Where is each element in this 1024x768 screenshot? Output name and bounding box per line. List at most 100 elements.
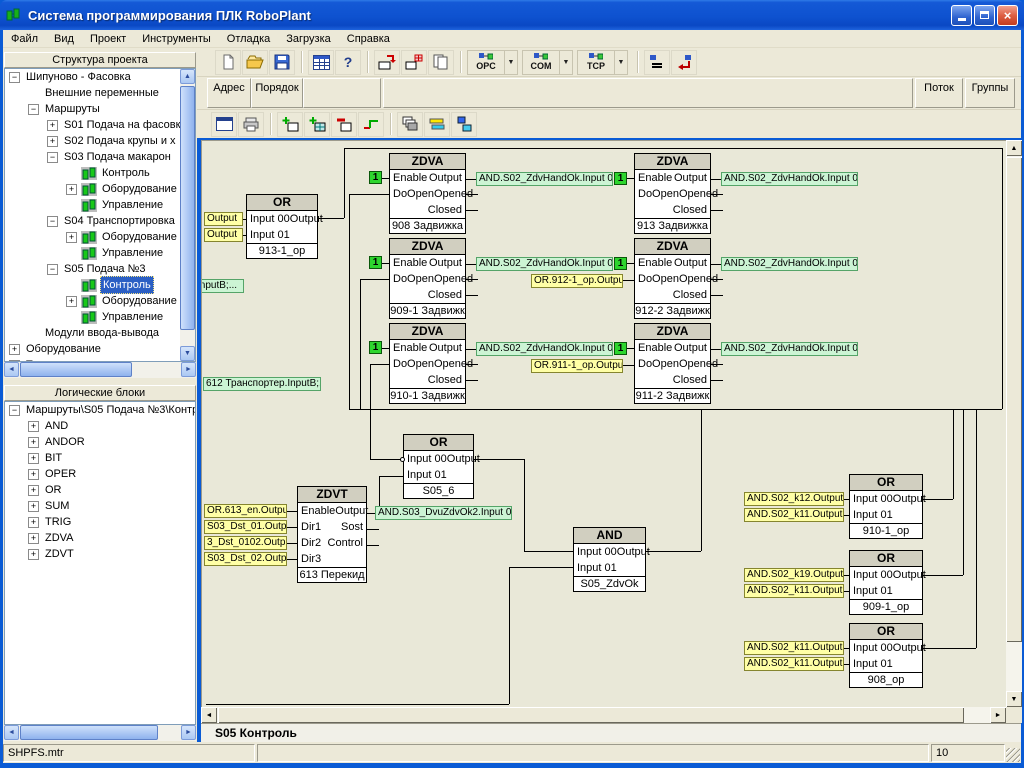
tcp-connection-button[interactable]: TCP bbox=[577, 50, 615, 75]
expand-icon[interactable]: + bbox=[47, 136, 58, 147]
scroll-right-icon[interactable]: ► bbox=[181, 725, 196, 740]
tree-item[interactable]: +ANDOR bbox=[5, 434, 195, 450]
help-button[interactable]: ? bbox=[335, 50, 361, 75]
signal-source-tag[interactable]: S03_Dst_02.Output bbox=[204, 552, 287, 566]
delete-block-button[interactable] bbox=[331, 112, 357, 137]
constant-one-tag[interactable]: 1 bbox=[369, 341, 382, 354]
scroll-right-icon[interactable]: ► bbox=[990, 707, 1006, 723]
collapse-icon[interactable]: − bbox=[28, 104, 39, 115]
menu-item-загрузка[interactable]: Загрузка bbox=[278, 30, 338, 48]
collapse-icon[interactable]: − bbox=[47, 264, 58, 275]
signal-source-tag[interactable]: Output bbox=[204, 212, 243, 226]
scroll-up-icon[interactable]: ▲ bbox=[1006, 140, 1022, 156]
column-order-button[interactable]: Порядок bbox=[251, 78, 303, 108]
signal-source-tag[interactable]: OR.613_en.Output bbox=[204, 504, 287, 518]
save-button[interactable] bbox=[269, 50, 295, 75]
collapse-icon[interactable]: − bbox=[9, 72, 20, 83]
copy-button[interactable] bbox=[428, 50, 454, 75]
signal-target-tag[interactable]: 612 Транспортер.InputB;... bbox=[203, 377, 321, 391]
canvas-vscrollbar[interactable]: ▲ ▼ bbox=[1006, 140, 1022, 707]
fbd-block-zdva[interactable]: ZDVAEnableOutputDoOpenOpenedClosed911-2 … bbox=[634, 323, 711, 404]
opc-connection-button[interactable]: OPC bbox=[467, 50, 505, 75]
fbd-block-or[interactable]: ORInput 00OutputInput 01908_op bbox=[849, 623, 923, 688]
tree-item-label[interactable]: Оборудование bbox=[24, 341, 103, 357]
tree-item[interactable]: +OR bbox=[5, 482, 195, 498]
signal-source-tag[interactable]: AND.S02_k11.Output bbox=[744, 657, 844, 671]
scroll-thumb[interactable] bbox=[180, 86, 195, 330]
tree-item-label[interactable]: Управление bbox=[100, 309, 165, 325]
tree-item[interactable]: +OPER bbox=[5, 466, 195, 482]
project-tree-hscrollbar[interactable]: ◄ ► bbox=[4, 362, 196, 378]
collapse-icon[interactable]: − bbox=[47, 152, 58, 163]
canvas-hscrollbar[interactable]: ◄ ► bbox=[201, 707, 1006, 723]
tree-item[interactable]: −Маршруты\S05 Подача №3\Контр bbox=[5, 402, 195, 418]
tree-item-label[interactable]: Модули ввода-вывода bbox=[43, 325, 161, 341]
fbd-block-zdva[interactable]: ZDVAEnableOutputDoOpenOpenedClosed909-1 … bbox=[389, 238, 466, 319]
scroll-thumb[interactable] bbox=[20, 725, 158, 740]
signal-target-tag[interactable]: AND.S03_DvuZdvOk2.Input 01 bbox=[375, 506, 512, 520]
tree-item[interactable]: +BIT bbox=[5, 450, 195, 466]
active-sheet-label[interactable]: S05 Контроль bbox=[215, 726, 297, 740]
minimize-button[interactable] bbox=[951, 5, 972, 26]
return-button[interactable] bbox=[671, 50, 697, 75]
open-file-button[interactable] bbox=[242, 50, 268, 75]
tree-item[interactable]: +S01 Подача на фасовк bbox=[5, 117, 195, 133]
expand-icon[interactable]: + bbox=[28, 517, 39, 528]
expand-icon[interactable]: + bbox=[28, 533, 39, 544]
signal-target-tag[interactable]: AND.S02_ZdvHandOk.Input 01 bbox=[476, 257, 613, 271]
collapse-icon[interactable]: − bbox=[9, 405, 20, 416]
menu-item-отладка[interactable]: Отладка bbox=[219, 30, 278, 48]
tree-item-label[interactable]: S03 Подача макарон bbox=[62, 149, 173, 165]
tree-item-label[interactable]: Контроль bbox=[100, 165, 152, 181]
constant-one-tag[interactable]: 1 bbox=[369, 171, 382, 184]
signal-source-tag[interactable]: Output bbox=[204, 228, 243, 242]
tree-item[interactable]: Управление bbox=[5, 197, 195, 213]
tree-item-label[interactable]: Оборудование bbox=[100, 293, 179, 309]
opc-dropdown-arrow[interactable]: ▼ bbox=[505, 50, 518, 75]
scroll-left-icon[interactable]: ◄ bbox=[4, 725, 19, 740]
tree-item-label[interactable]: S04 Транспортировка bbox=[62, 213, 177, 229]
expand-icon[interactable]: + bbox=[66, 296, 77, 307]
com-dropdown-arrow[interactable]: ▼ bbox=[560, 50, 573, 75]
tree-item[interactable]: −S03 Подача макарон bbox=[5, 149, 195, 165]
tree-item[interactable]: + Оборудование bbox=[5, 293, 195, 309]
new-file-button[interactable] bbox=[215, 50, 241, 75]
tree-item-label[interactable]: Маршруты bbox=[43, 101, 102, 117]
tree-item[interactable]: +S02 Подача крупы и х bbox=[5, 133, 195, 149]
fbd-block-and[interactable]: ANDInput 00OutputInput 01S05_ZdvOk bbox=[573, 527, 646, 592]
signal-target-tag[interactable]: InputB;... bbox=[201, 279, 244, 293]
maximize-button[interactable] bbox=[974, 5, 995, 26]
expand-icon[interactable]: + bbox=[9, 344, 20, 355]
resize-grip[interactable] bbox=[1006, 748, 1020, 762]
expand-icon[interactable]: + bbox=[28, 469, 39, 480]
scroll-thumb[interactable] bbox=[1006, 157, 1022, 642]
signal-source-tag[interactable]: AND.S02_k12.Output bbox=[744, 492, 844, 506]
tree-item-label[interactable]: AND bbox=[43, 418, 70, 434]
expand-icon[interactable]: + bbox=[28, 485, 39, 496]
tree-item-label[interactable]: Управление bbox=[100, 245, 165, 261]
tree-item-label[interactable]: Управление bbox=[100, 197, 165, 213]
signal-source-tag[interactable]: AND.S02_k11.Output bbox=[744, 508, 844, 522]
tree-item[interactable]: Управление bbox=[5, 309, 195, 325]
constant-one-tag[interactable]: 1 bbox=[369, 256, 382, 269]
scroll-thumb[interactable] bbox=[20, 362, 132, 377]
expand-icon[interactable]: + bbox=[28, 437, 39, 448]
menu-item-инструменты[interactable]: Инструменты bbox=[134, 30, 219, 48]
tree-item-label[interactable]: Внешние переменные bbox=[43, 85, 161, 101]
fbd-block-or[interactable]: ORInput 00OutputInput 01910-1_op bbox=[849, 474, 923, 539]
tree-item[interactable]: +TRIG bbox=[5, 514, 195, 530]
import-block-button[interactable] bbox=[374, 50, 400, 75]
tree-item[interactable]: Модули ввода-вывода bbox=[5, 325, 195, 341]
tree-item-label[interactable]: ZDVA bbox=[43, 530, 76, 546]
fbd-block-or[interactable]: ORInput 00OutputInput 01S05_6 bbox=[403, 434, 474, 499]
scroll-right-icon[interactable]: ► bbox=[181, 362, 196, 377]
scroll-down-icon[interactable]: ▼ bbox=[1006, 691, 1022, 707]
fbd-block-zdva[interactable]: ZDVAEnableOutputDoOpenOpenedClosed908 За… bbox=[389, 153, 466, 234]
expand-icon[interactable]: + bbox=[47, 120, 58, 131]
step-mode-button[interactable] bbox=[358, 112, 384, 137]
tree-item-label[interactable]: SUM bbox=[43, 498, 71, 514]
expand-icon[interactable]: + bbox=[28, 421, 39, 432]
signal-source-tag[interactable]: AND.S02_k19.Output bbox=[744, 568, 844, 582]
scroll-down-icon[interactable]: ▼ bbox=[180, 346, 195, 361]
tree-item[interactable]: Контроль bbox=[5, 165, 195, 181]
